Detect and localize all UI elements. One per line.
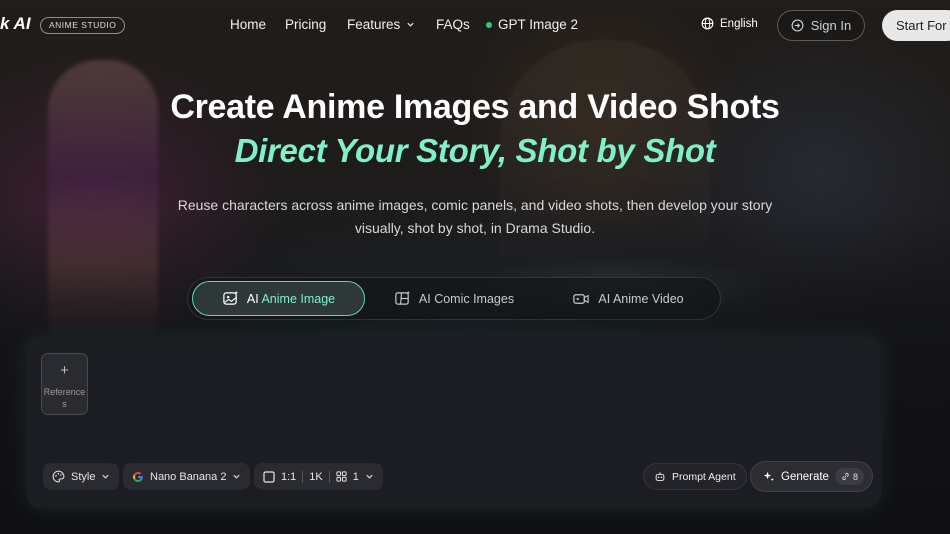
nav-gpt-image-2-label: GPT Image 2 bbox=[498, 17, 579, 32]
nav-faqs[interactable]: FAQs bbox=[436, 17, 470, 32]
divider bbox=[302, 470, 304, 483]
tab-ai-anime-video[interactable]: AI Anime Video bbox=[548, 281, 708, 316]
language-selector[interactable]: English bbox=[701, 17, 758, 30]
globe-icon bbox=[701, 17, 714, 30]
prompt-agent-label: Prompt Agent bbox=[672, 470, 736, 483]
generate-label: Generate bbox=[781, 470, 829, 483]
tab-ai-comic-images-label: AI Comic Images bbox=[418, 291, 515, 306]
hero-title: Create Anime Images and Video Shots bbox=[170, 88, 780, 126]
sign-in-label: Sign In bbox=[810, 18, 852, 33]
generation-mode-tabs: AI Anime Image AI Comic Images AI Anime … bbox=[187, 277, 721, 320]
generate-button[interactable]: Generate 8 bbox=[750, 461, 873, 492]
image-sparkle-icon bbox=[223, 290, 238, 305]
chevron-down-icon bbox=[366, 474, 373, 479]
tab-ai-anime-image[interactable]: AI Anime Image bbox=[192, 281, 365, 316]
plus-icon: + bbox=[60, 362, 69, 379]
top-nav: k AI ANIME STUDIO Home Pricing Features … bbox=[0, 0, 950, 50]
model-selector[interactable]: Nano Banana 2 bbox=[123, 463, 251, 490]
hero-subtitle: Direct Your Story, Shot by Shot bbox=[234, 132, 716, 169]
palette-icon bbox=[52, 470, 65, 483]
prompt-composer[interactable]: + References Style Nano Banana 2 1:1 1K bbox=[26, 338, 881, 508]
nav-features-label: Features bbox=[347, 17, 401, 32]
robot-icon bbox=[655, 471, 665, 481]
video-camera-icon bbox=[573, 294, 590, 304]
link-icon bbox=[842, 472, 849, 481]
nav-gpt-image-2[interactable]: GPT Image 2 bbox=[486, 17, 578, 32]
aspect-ratio-value: 1:1 bbox=[281, 470, 297, 483]
references-label: References bbox=[43, 387, 86, 409]
nav-home-label: Home bbox=[230, 17, 267, 32]
grid-icon bbox=[336, 471, 347, 482]
nav-faqs-label: FAQs bbox=[436, 17, 470, 32]
hero-description: Reuse characters across anime images, co… bbox=[177, 197, 773, 236]
credit-cost-value: 8 bbox=[852, 471, 858, 482]
image-count-value: 1 bbox=[352, 470, 359, 483]
sign-in-button[interactable]: Sign In bbox=[777, 10, 865, 41]
start-free-button[interactable]: Start For bbox=[882, 10, 950, 41]
aspect-ratio-icon bbox=[263, 470, 275, 483]
chevron-down-icon bbox=[102, 474, 110, 479]
prompt-agent-button[interactable]: Prompt Agent bbox=[643, 463, 747, 490]
logo-badge: ANIME STUDIO bbox=[40, 17, 126, 34]
model-label: Nano Banana 2 bbox=[150, 470, 227, 483]
comic-panel-icon bbox=[395, 290, 410, 305]
tab-ai-comic-images[interactable]: AI Comic Images bbox=[374, 281, 534, 316]
sparkle-icon bbox=[763, 471, 774, 482]
nav-home[interactable]: Home bbox=[230, 17, 266, 32]
style-selector[interactable]: Style bbox=[43, 463, 120, 490]
divider bbox=[328, 470, 330, 483]
credit-cost-badge: 8 bbox=[834, 468, 864, 485]
language-label: English bbox=[720, 17, 758, 30]
nav-pricing[interactable]: Pricing bbox=[285, 17, 326, 32]
tab-ai-anime-image-label: AI Anime Image bbox=[246, 291, 336, 306]
logo-text[interactable]: k AI bbox=[0, 14, 31, 34]
output-settings-selector[interactable]: 1:1 1K 1 bbox=[254, 463, 383, 490]
resolution-value: 1K bbox=[309, 470, 323, 483]
add-references-button[interactable]: + References bbox=[41, 353, 88, 415]
chevron-down-icon bbox=[407, 22, 414, 27]
nav-features[interactable]: Features bbox=[347, 17, 415, 32]
status-dot-icon bbox=[486, 21, 492, 28]
style-label: Style bbox=[71, 470, 96, 483]
sign-in-icon bbox=[791, 19, 804, 32]
nav-pricing-label: Pricing bbox=[285, 17, 327, 32]
tab-ai-anime-video-label: AI Anime Video bbox=[598, 291, 684, 306]
chevron-down-icon bbox=[233, 474, 241, 479]
google-icon bbox=[133, 471, 143, 482]
